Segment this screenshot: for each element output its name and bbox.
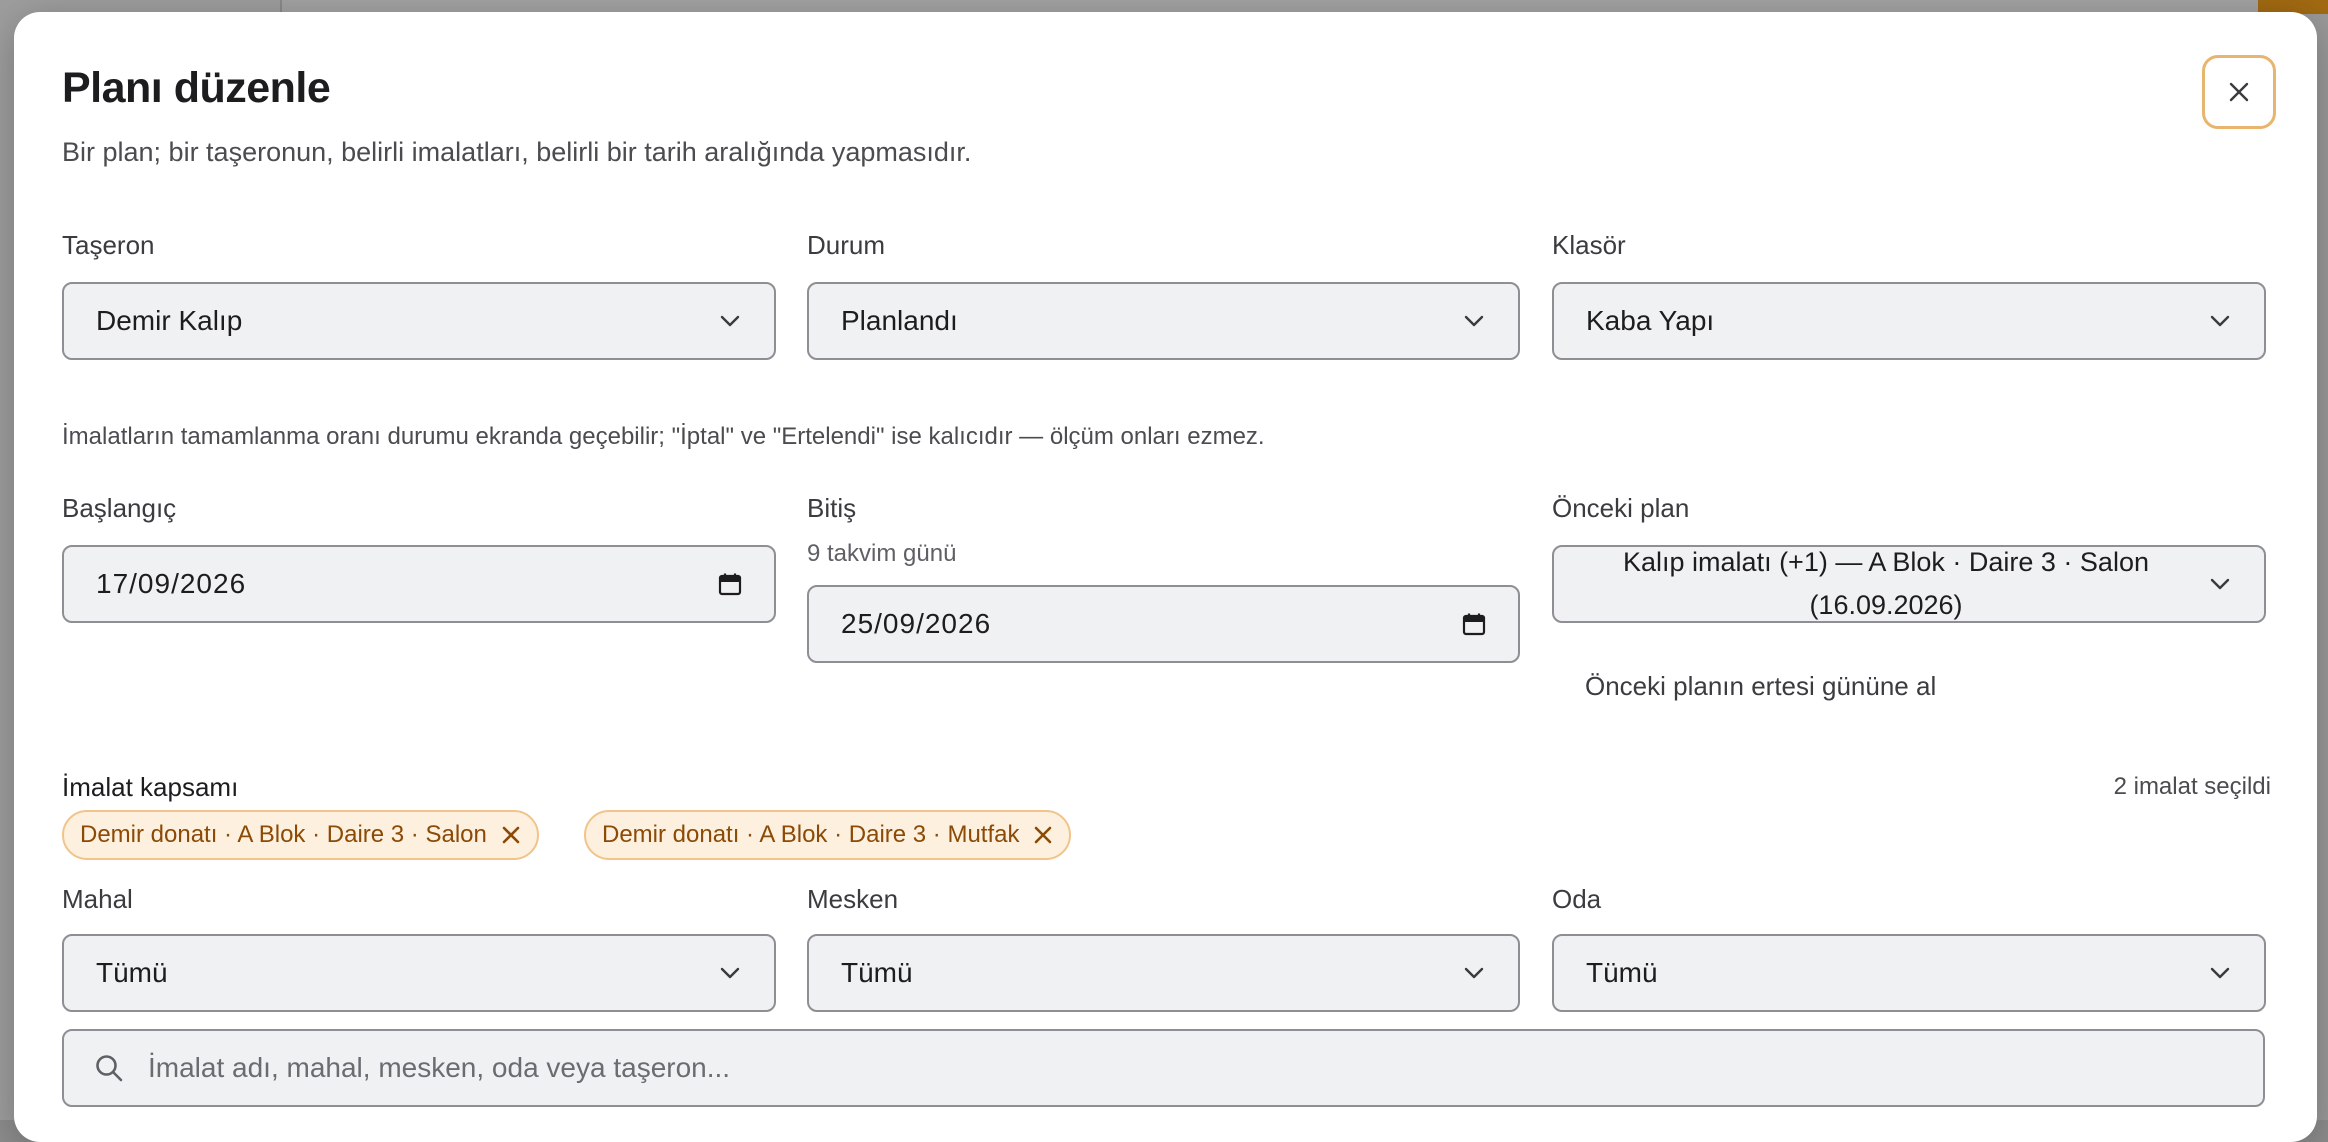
- status-select[interactable]: Planlandı: [807, 282, 1520, 360]
- chevron-down-icon: [1462, 961, 1486, 985]
- search-icon: [94, 1052, 126, 1084]
- close-button[interactable]: [2202, 55, 2276, 129]
- subcontractor-label: Taşeron: [62, 230, 155, 260]
- close-icon: [2229, 82, 2249, 102]
- end-date-label: Bitiş: [807, 493, 857, 523]
- edit-plan-dialog: Planı düzenle Bir plan; bir taşeronun, b…: [14, 12, 2317, 1142]
- scope-search-field[interactable]: [62, 1029, 2265, 1107]
- status-label: Durum: [807, 230, 886, 260]
- area-filter-value: Tümü: [96, 957, 168, 988]
- unit-filter-value: Tümü: [841, 957, 913, 988]
- scope-chip-label: Demir donatı · A Blok · Daire 3 · Salon: [80, 821, 487, 848]
- chevron-down-icon: [2208, 572, 2232, 596]
- status-value: Planlandı: [841, 305, 958, 336]
- start-date-value: 17/09/2026: [96, 568, 247, 599]
- end-date-value: 25/09/2026: [841, 608, 992, 639]
- scope-chip: Demir donatı · A Blok · Daire 3 · Salon: [62, 810, 539, 860]
- calendar-icon[interactable]: [1462, 612, 1486, 636]
- area-filter-select[interactable]: Tümü: [62, 934, 776, 1012]
- end-date-duration-hint: 9 takvim günü: [807, 540, 957, 567]
- folder-select[interactable]: Kaba Yapı: [1552, 282, 2266, 360]
- scope-title: İmalat kapsamı: [62, 772, 239, 802]
- room-filter-label: Oda: [1552, 884, 1602, 914]
- dialog-title: Planı düzenle: [62, 64, 331, 112]
- folder-value: Kaba Yapı: [1586, 305, 1715, 336]
- remove-chip-icon[interactable]: [1031, 823, 1055, 847]
- selected-count: 2 imalat seçildi: [2113, 773, 2271, 800]
- folder-label: Klasör: [1552, 230, 1626, 260]
- end-date-input[interactable]: 25/09/2026: [807, 585, 1520, 663]
- chevron-down-icon: [718, 309, 742, 333]
- previous-plan-label: Önceki plan: [1552, 493, 1690, 523]
- align-to-previous-plan-button[interactable]: Önceki planın ertesi gününe al: [1585, 671, 1936, 702]
- room-filter-value: Tümü: [1586, 957, 1658, 988]
- previous-plan-select[interactable]: Kalıp imalatı (+1) — A Blok · Daire 3 · …: [1552, 545, 2266, 623]
- chevron-down-icon: [2208, 309, 2232, 333]
- scope-chip-label: Demir donatı · A Blok · Daire 3 · Mutfak: [602, 821, 1020, 848]
- chevron-down-icon: [2208, 961, 2232, 985]
- previous-plan-value: Kalıp imalatı (+1) — A Blok · Daire 3 · …: [1623, 547, 2149, 620]
- unit-filter-label: Mesken: [807, 884, 899, 914]
- scope-chip: Demir donatı · A Blok · Daire 3 · Mutfak: [584, 810, 1072, 860]
- area-filter-label: Mahal: [62, 884, 133, 914]
- chevron-down-icon: [1462, 309, 1486, 333]
- start-date-input[interactable]: 17/09/2026: [62, 545, 776, 623]
- room-filter-select[interactable]: Tümü: [1552, 934, 2266, 1012]
- subcontractor-value: Demir Kalıp: [96, 305, 243, 336]
- calendar-icon[interactable]: [718, 572, 742, 596]
- dialog-subtitle: Bir plan; bir taşeronun, belirli imalatl…: [62, 137, 972, 167]
- unit-filter-select[interactable]: Tümü: [807, 934, 1520, 1012]
- chevron-down-icon: [718, 961, 742, 985]
- start-date-label: Başlangıç: [62, 493, 177, 523]
- scope-search-input[interactable]: [146, 1051, 2233, 1085]
- status-note: İmalatların tamamlanma oranı durumu ekra…: [62, 423, 1265, 450]
- subcontractor-select[interactable]: Demir Kalıp: [62, 282, 776, 360]
- remove-chip-icon[interactable]: [499, 823, 523, 847]
